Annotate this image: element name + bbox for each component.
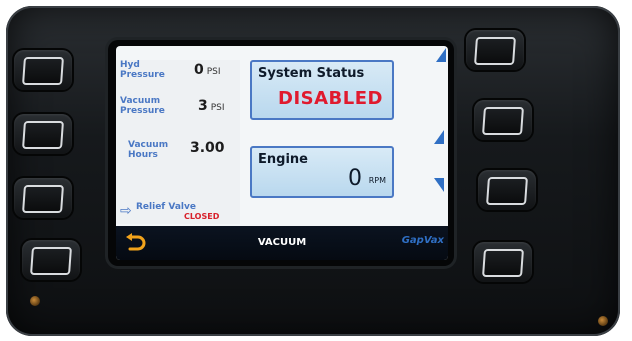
relief-valve-status: CLOSED xyxy=(184,212,220,221)
engine-title: Engine xyxy=(258,152,308,167)
bolt-icon xyxy=(30,296,40,306)
system-status-box: System Status DISABLED xyxy=(250,60,394,120)
system-status-value: DISABLED xyxy=(278,88,383,109)
arrow-right-icon: ⇨ xyxy=(120,203,132,219)
engine-unit: RPM xyxy=(368,176,386,185)
right-softkey-4[interactable] xyxy=(474,242,532,282)
right-softkey-1[interactable] xyxy=(466,30,524,70)
engine-value: 0 xyxy=(348,166,362,191)
vacuum-pressure-reading: 3 PSI xyxy=(198,98,225,114)
hyd-pressure-unit: PSI xyxy=(206,67,221,77)
left-softkey-4[interactable] xyxy=(22,240,80,280)
readings-panel: Hyd Pressure 0 PSI Vacuum Pressure 3 PSI V… xyxy=(116,60,240,224)
triangle-up-icon[interactable] xyxy=(434,130,444,144)
brand-logo: GapVax xyxy=(401,235,444,246)
system-status-title: System Status xyxy=(258,66,365,81)
relief-valve-label: Relief Valve xyxy=(136,202,196,212)
left-softkey-2[interactable] xyxy=(14,114,72,154)
hyd-pressure-reading: 0 PSI xyxy=(194,62,221,78)
left-softkey-1[interactable] xyxy=(14,50,72,90)
triangle-up-icon[interactable] xyxy=(436,48,446,62)
right-softkey-3[interactable] xyxy=(478,170,536,210)
hyd-pressure-value: 0 xyxy=(194,62,204,78)
display-screen: Hyd Pressure 0 PSI Vacuum Pressure 3 PSI V… xyxy=(116,46,448,260)
vacuum-pressure-value: 3 xyxy=(198,98,208,114)
hyd-pressure-label: Hyd Pressure xyxy=(120,60,165,80)
vacuum-pressure-label: Vacuum Pressure xyxy=(120,96,165,116)
vacuum-hours-label: Vacuum Hours xyxy=(128,140,169,160)
triangle-down-icon[interactable] xyxy=(434,178,444,192)
bolt-icon xyxy=(598,316,608,326)
vacuum-hours-value: 3.00 xyxy=(190,140,225,156)
vacuum-pressure-unit: PSI xyxy=(210,103,225,113)
bottom-bar: VACUUM GapVax xyxy=(116,226,448,260)
screen-title: VACUUM xyxy=(257,237,307,248)
left-softkey-3[interactable] xyxy=(14,178,72,218)
right-softkey-2[interactable] xyxy=(474,100,532,140)
engine-box: Engine 0 RPM xyxy=(250,146,394,198)
